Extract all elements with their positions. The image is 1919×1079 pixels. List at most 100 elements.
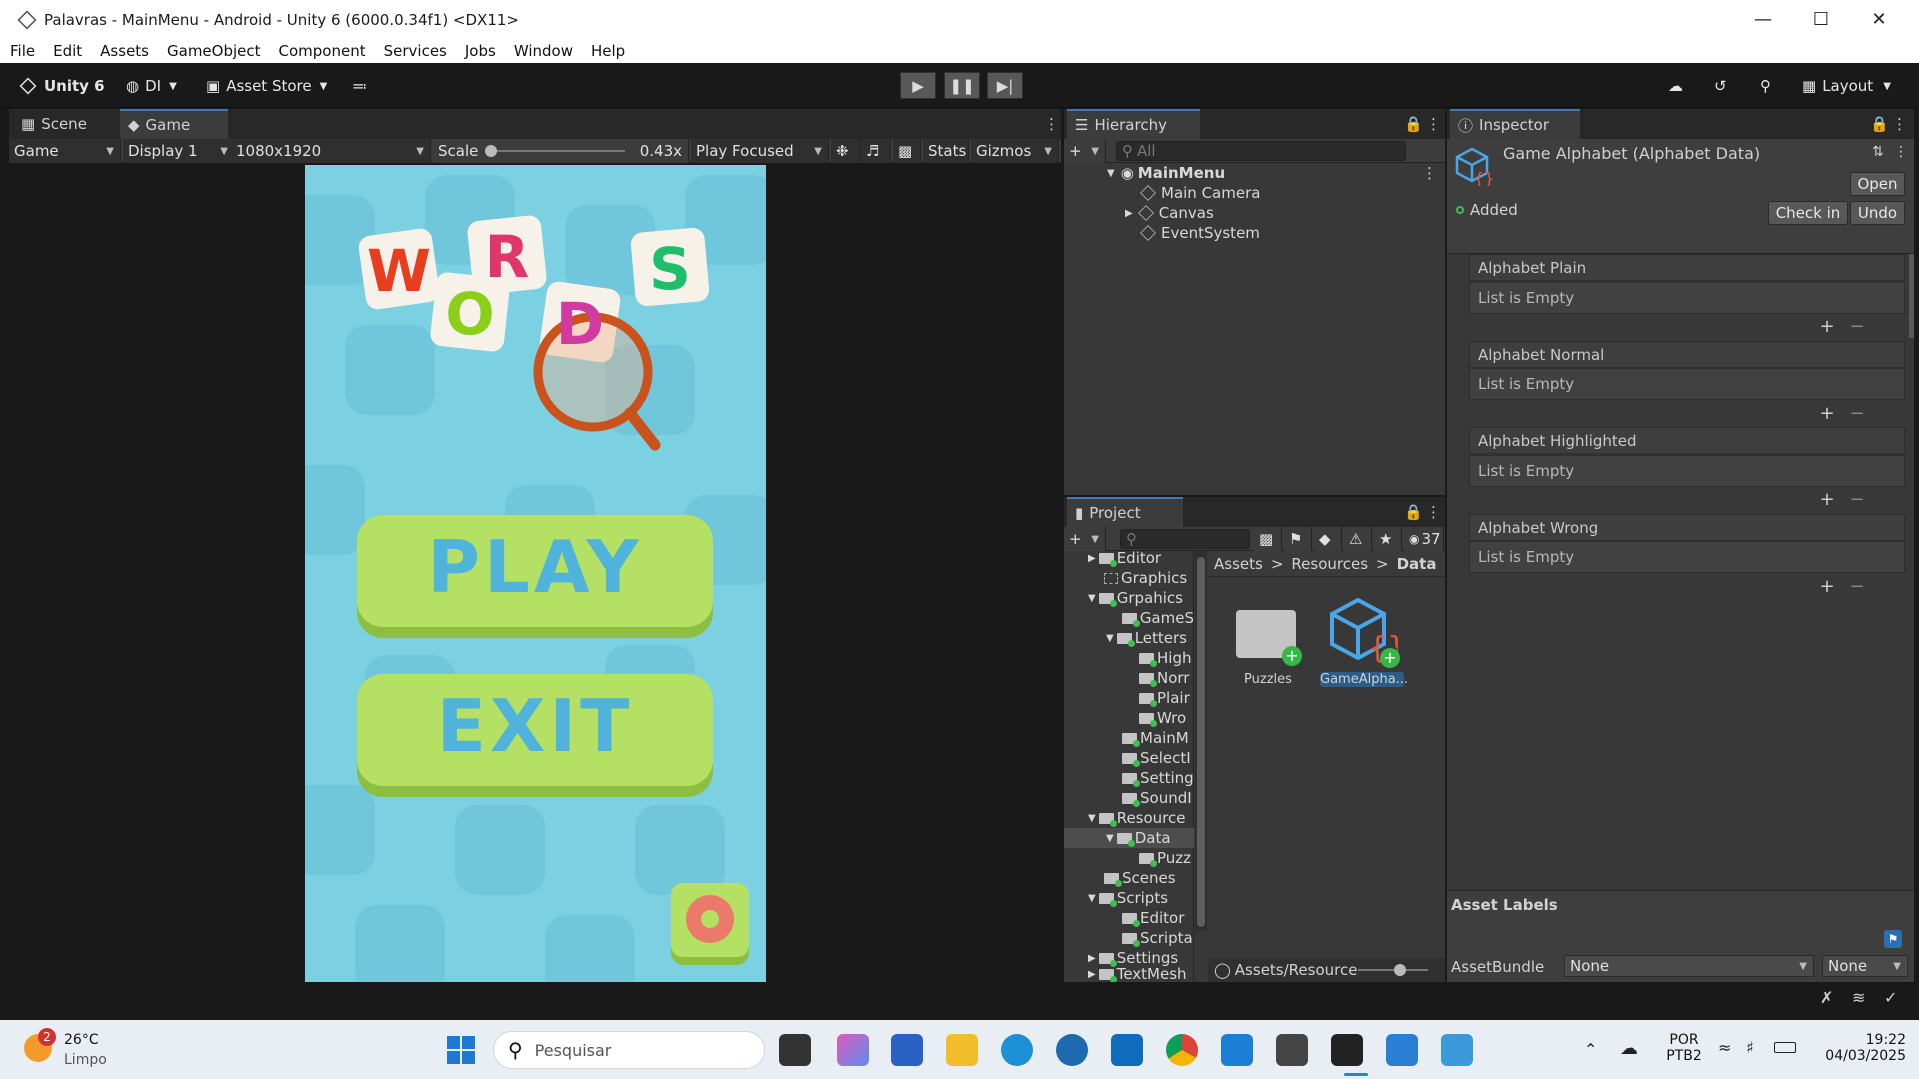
lock-icon[interactable]: 🔒 (1396, 109, 1423, 139)
search-icon[interactable]: ⚲ (1760, 74, 1771, 98)
battery-icon[interactable] (1774, 1042, 1796, 1053)
tab-project[interactable]: ▮ Project (1067, 497, 1183, 527)
tree-item[interactable]: Graphics (1104, 568, 1194, 588)
asset-variant-dropdown[interactable]: None ▼ (1822, 955, 1908, 977)
dell-icon[interactable] (1056, 1034, 1088, 1066)
menu-gameobject[interactable]: GameObject (167, 42, 261, 60)
history-icon[interactable]: ↺ (1714, 74, 1727, 98)
menu-edit[interactable]: Edit (53, 42, 82, 60)
plus-icon[interactable]: + (1819, 316, 1834, 337)
onedrive-icon[interactable]: ☁ (1620, 1038, 1638, 1059)
volume-muted-icon[interactable]: ♯ (1746, 1038, 1754, 1057)
tree-item[interactable]: Scenes (1104, 868, 1194, 888)
undo-button[interactable]: Undo (1850, 201, 1905, 225)
project-search[interactable]: ⚲ (1120, 529, 1250, 549)
tree-item[interactable]: ▶ TextMesh (1088, 966, 1194, 982)
tree-item-selected[interactable]: ▼ Data (1064, 828, 1194, 848)
tree-item[interactable]: MainM (1122, 728, 1194, 748)
filter-label-icon[interactable]: ⚑ (1284, 527, 1312, 551)
tree-item[interactable]: Norr (1139, 668, 1194, 688)
tab-inspector[interactable]: ⓘ Inspector (1450, 109, 1580, 139)
label-tag-icon[interactable]: ⚑ (1884, 930, 1902, 948)
task-view-icon[interactable] (779, 1034, 811, 1066)
breadcrumb-data[interactable]: Data (1397, 555, 1437, 573)
outlook-icon[interactable] (1111, 1034, 1143, 1066)
tree-item[interactable]: ▶ Editor (1088, 548, 1194, 568)
list-header[interactable]: Alphabet Normal (1469, 341, 1905, 368)
bug-icon[interactable]: ❉ (831, 139, 861, 163)
tree-item[interactable]: Puzz (1139, 848, 1194, 868)
minimize-icon[interactable]: — (1734, 0, 1792, 39)
asset-folder-puzzles[interactable]: + Puzzles (1236, 600, 1302, 690)
preset-icon[interactable]: ⇅ (1872, 144, 1884, 160)
scale-track[interactable] (485, 150, 625, 152)
more-options-icon[interactable]: ⋮ (1036, 109, 1059, 139)
store-icon[interactable] (891, 1034, 923, 1066)
menu-help[interactable]: Help (591, 42, 625, 60)
scene-root[interactable]: ▼ ◉ MainMenu (1107, 163, 1225, 183)
play-mode-dropdown[interactable]: Play Focused ▼ (691, 139, 829, 163)
open-button[interactable]: Open (1850, 172, 1905, 196)
menu-file[interactable]: File (10, 42, 35, 60)
tree-item[interactable]: SoundI (1122, 788, 1194, 808)
step-button[interactable]: ▶| (987, 72, 1023, 99)
gizmos-dropdown[interactable]: Gizmos ▼ (971, 139, 1059, 163)
play-button[interactable]: ▶ (900, 72, 936, 99)
close-icon[interactable]: ✕ (1850, 0, 1908, 39)
lock-icon[interactable]: 🔒 (1862, 109, 1889, 139)
tab-game[interactable]: ◆ Game (120, 109, 228, 139)
tree-item[interactable]: Setting (1122, 768, 1194, 788)
list-header[interactable]: Alphabet Highlighted (1469, 427, 1905, 454)
plus-icon[interactable]: + (1819, 489, 1834, 510)
scale-slider[interactable]: Scale 0.43x (433, 139, 689, 163)
menu-jobs[interactable]: Jobs (465, 42, 496, 60)
scale-thumb[interactable] (485, 145, 497, 157)
unity-editor-icon[interactable] (1331, 1034, 1363, 1066)
notepad-icon[interactable] (1441, 1034, 1473, 1066)
hierarchy-item[interactable]: EventSystem (1140, 223, 1260, 243)
stats-button[interactable]: Stats (923, 139, 969, 163)
breadcrumb-resources[interactable]: Resources (1291, 555, 1368, 573)
hierarchy-item[interactable]: Main Camera (1140, 183, 1260, 203)
language-indicator[interactable]: POR PTB2 (1664, 1032, 1704, 1064)
resolution-dropdown[interactable]: 1080x1920 ▼ (231, 139, 431, 163)
minus-icon[interactable]: − (1849, 403, 1864, 424)
list-header[interactable]: Alphabet Wrong (1469, 514, 1905, 541)
tree-item[interactable]: GameS (1122, 608, 1194, 628)
minus-icon[interactable]: − (1849, 576, 1864, 597)
asset-bundle-dropdown[interactable]: None ▼ (1564, 955, 1814, 977)
menu-component[interactable]: Component (279, 42, 366, 60)
project-menu-icon[interactable]: ⋮ (1418, 497, 1441, 527)
menu-assets[interactable]: Assets (100, 42, 149, 60)
vscode-icon[interactable] (1221, 1034, 1253, 1066)
hierarchy-search[interactable]: ⚲ All (1116, 141, 1406, 161)
hierarchy-menu-icon[interactable]: ⋮ (1418, 109, 1441, 139)
tab-scene[interactable]: ▦ Scene (13, 109, 118, 139)
game-mode-dropdown[interactable]: Game ▼ (9, 139, 121, 163)
exit-game-button[interactable]: EXIT (357, 684, 713, 768)
hidden-count[interactable]: ◉ 37 (1404, 527, 1444, 551)
unity-brand[interactable]: Unity 6 (19, 74, 105, 98)
inspector-scrollbar[interactable] (1909, 254, 1914, 338)
cache-server-icon[interactable]: ≋ (1852, 988, 1865, 1007)
asset-store-dropdown[interactable]: ▣ Asset Store ▼ (206, 74, 327, 98)
taskbar-search[interactable]: ⚲ Pesquisar (493, 1031, 765, 1069)
tree-item[interactable]: Wro (1139, 708, 1194, 728)
tree-item[interactable]: ▼ Scripts (1088, 888, 1194, 908)
debug-off-icon[interactable]: ✗ (1820, 988, 1833, 1007)
account-dropdown[interactable]: ◍ DI ▼ (126, 74, 177, 98)
cloud-icon[interactable]: ☁ (1668, 74, 1683, 98)
icon-size-thumb[interactable] (1394, 964, 1406, 976)
tree-item[interactable]: ▼ Grpahics (1088, 588, 1194, 608)
breadcrumb-assets[interactable]: Assets (1214, 555, 1263, 573)
game-canvas[interactable]: W O R D S PLAY EXIT (305, 165, 766, 982)
settings-gear-icon[interactable] (671, 883, 749, 961)
menu-window[interactable]: Window (514, 42, 573, 60)
lock-icon[interactable]: 🔒 (1396, 497, 1423, 527)
menu-services[interactable]: Services (384, 42, 447, 60)
plus-icon[interactable]: + (1819, 576, 1834, 597)
chrome-icon[interactable] (1166, 1034, 1198, 1066)
clock[interactable]: 19:22 04/03/2025 (1816, 1032, 1906, 1064)
filter-tag-icon[interactable]: ◆ (1314, 527, 1342, 551)
status-ok-icon[interactable]: ✓ (1884, 988, 1897, 1007)
